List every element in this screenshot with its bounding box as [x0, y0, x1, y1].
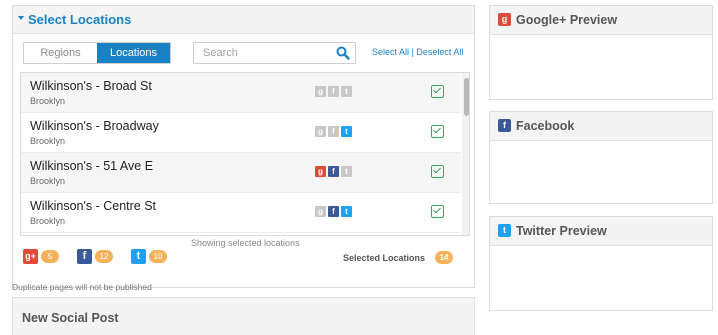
google-count-badge: 5 — [41, 250, 59, 263]
twitter-preview-header: t Twitter Preview — [490, 217, 712, 246]
location-city: Brooklyn — [30, 96, 66, 106]
twitter-icon: t — [341, 206, 352, 217]
google-preview-title: Google+ Preview — [516, 13, 618, 27]
twitter-icon: t — [131, 249, 146, 264]
location-city: Brooklyn — [30, 136, 66, 146]
location-row[interactable]: Wilkinson's - Broad St Brooklyn g f t — [21, 73, 461, 113]
locations-list: Wilkinson's - Broad St Brooklyn g f t Wi… — [20, 72, 470, 236]
list-scrollbar-thumb[interactable] — [464, 78, 469, 116]
location-name: Wilkinson's - Broadway — [30, 119, 159, 133]
new-social-post-header[interactable]: New Social Post — [12, 297, 475, 335]
location-tabs: Regions Locations — [23, 42, 171, 64]
selected-count-badge: 14 — [435, 251, 454, 264]
google-plus-icon: g — [315, 206, 326, 217]
location-name: Wilkinson's - Centre St — [30, 199, 157, 213]
location-row[interactable]: Wilkinson's - Broadway Brooklyn g f t — [21, 113, 461, 153]
select-locations-panel: Select Locations Regions Locations Selec… — [12, 5, 475, 335]
duplicate-note: Duplicate pages will not be published — [12, 282, 152, 292]
deselect-all-link[interactable]: Deselect All — [416, 47, 463, 57]
showing-text: Showing selected locations — [191, 238, 300, 248]
checkbox-checked-icon[interactable] — [431, 205, 444, 218]
facebook-icon: f — [328, 126, 339, 137]
selected-locations-label: Selected Locations — [343, 252, 426, 263]
location-network-icons: g f t — [315, 166, 352, 177]
tab-regions[interactable]: Regions — [24, 43, 97, 63]
google-plus-icon: g — [315, 126, 326, 137]
select-locations-header[interactable]: Select Locations — [13, 6, 474, 34]
google-preview-header: g Google+ Preview — [490, 6, 712, 35]
twitter-preview-title: Twitter Preview — [516, 224, 607, 238]
facebook-icon: f — [328, 86, 339, 97]
facebook-preview-header: f Facebook — [490, 112, 712, 141]
facebook-icon: f — [328, 166, 339, 177]
google-preview-card: g Google+ Preview — [489, 5, 713, 100]
location-network-icons: g f t — [315, 206, 352, 217]
twitter-preview-card: t Twitter Preview — [489, 216, 713, 311]
location-name: Wilkinson's - Broad St — [30, 79, 152, 93]
location-row[interactable]: Wilkinson's - Centre St Brooklyn g f t — [21, 193, 461, 233]
network-counts: g+ 5 f 12 t 10 — [23, 249, 167, 264]
tab-locations[interactable]: Locations — [97, 43, 170, 63]
search-box — [193, 42, 356, 64]
location-network-icons: g f t — [315, 86, 352, 97]
facebook-count-badge: 12 — [95, 250, 113, 263]
select-locations-card: Select Locations Regions Locations Selec… — [12, 5, 475, 288]
twitter-icon: t — [341, 126, 352, 137]
location-name: Wilkinson's - 51 Ave E — [30, 159, 154, 173]
twitter-icon: t — [341, 86, 352, 97]
facebook-preview-title: Facebook — [516, 119, 575, 133]
facebook-icon: f — [328, 206, 339, 217]
google-plus-icon: g — [315, 166, 326, 177]
checkbox-checked-icon[interactable] — [431, 85, 444, 98]
new-social-post-title: New Social Post — [22, 311, 119, 325]
search-input[interactable] — [194, 43, 334, 63]
location-row[interactable]: Wilkinson's - 51 Ave E Brooklyn g f t — [21, 153, 461, 193]
location-city: Brooklyn — [30, 176, 66, 186]
selected-locations: Selected Locations 14 — [343, 251, 454, 264]
location-network-icons: g f t — [315, 126, 352, 137]
checkbox-checked-icon[interactable] — [431, 165, 444, 178]
facebook-icon: f — [77, 249, 92, 264]
location-city: Brooklyn — [30, 216, 66, 226]
checkbox-checked-icon[interactable] — [431, 125, 444, 138]
select-all-link[interactable]: Select All — [372, 47, 409, 57]
google-plus-icon: g — [498, 13, 511, 26]
twitter-icon: t — [498, 224, 511, 237]
twitter-icon: t — [341, 166, 352, 177]
select-locations-title[interactable]: Select Locations — [28, 12, 131, 27]
caret-down-icon[interactable] — [18, 16, 24, 20]
select-links: Select All | Deselect All — [372, 47, 463, 57]
search-icon[interactable] — [336, 46, 350, 60]
facebook-icon: f — [498, 119, 511, 132]
google-plus-icon: g — [315, 86, 326, 97]
twitter-count-badge: 10 — [149, 250, 167, 263]
google-plus-icon: g+ — [23, 249, 38, 264]
facebook-preview-card: f Facebook — [489, 111, 713, 204]
